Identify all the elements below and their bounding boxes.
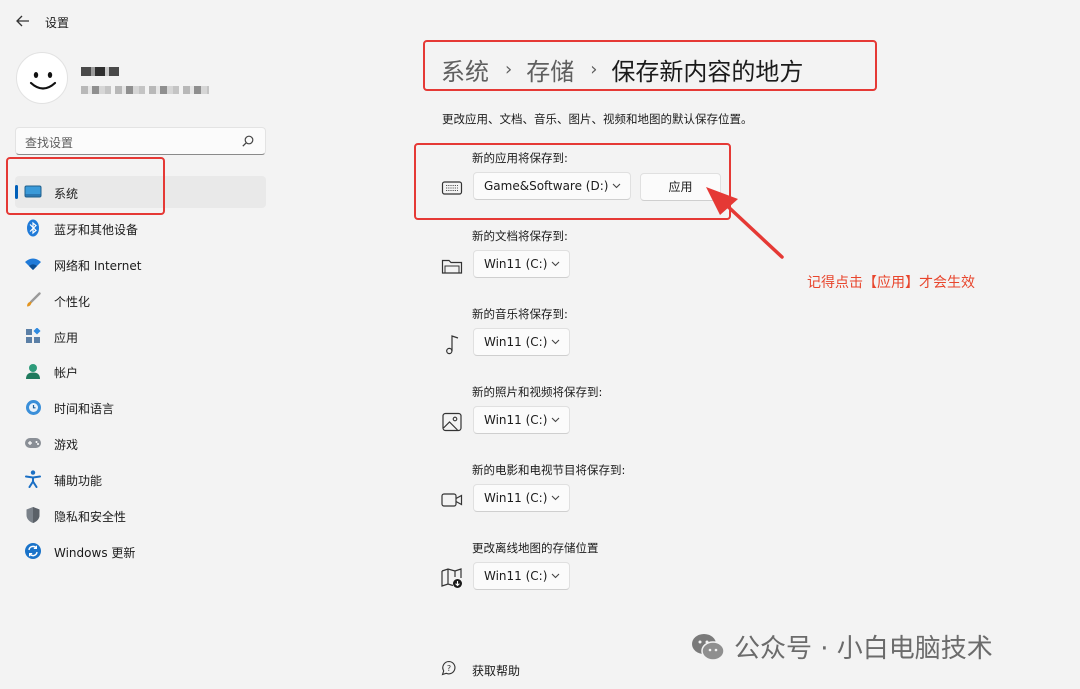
sidebar-item-personalization[interactable]: 个性化: [15, 284, 266, 316]
watermark-text: 公众号 · 小白电脑技术: [734, 634, 993, 664]
get-help-link[interactable]: 获取帮助: [472, 662, 520, 679]
chevron-down-icon: [551, 573, 560, 579]
search-box[interactable]: 查找设置: [15, 127, 266, 155]
music-save-label: 新的音乐将保存到:: [472, 307, 568, 321]
sidebar-item-label: 帐户: [54, 366, 79, 380]
sidebar-item-label: 蓝牙和其他设备: [54, 223, 139, 237]
sidebar-item-label: 应用: [54, 331, 79, 345]
person-icon: [24, 362, 42, 380]
page-description: 更改应用、文档、音乐、图片、视频和地图的默认保存位置。: [442, 112, 753, 126]
dropdown-value: Win11 (C:): [484, 569, 548, 583]
globe-clock-icon: [24, 398, 42, 416]
avatar[interactable]: [16, 52, 68, 104]
folder-icon: [441, 259, 463, 274]
smiley-face-icon: [29, 72, 57, 90]
wechat-logo-icon: [692, 633, 725, 661]
chevron-down-icon: [551, 339, 560, 345]
shield-icon: [24, 506, 42, 524]
sidebar-item-gaming[interactable]: 游戏: [15, 427, 266, 459]
svg-text:?: ?: [447, 664, 451, 673]
movies-location-dropdown[interactable]: Win11 (C:): [473, 484, 570, 512]
sidebar-item-label: 个性化: [54, 295, 91, 309]
sidebar-item-accounts[interactable]: 帐户: [15, 355, 266, 387]
sidebar-item-apps[interactable]: 应用: [15, 320, 266, 352]
chevron-down-icon: [551, 495, 560, 501]
accessibility-icon: [24, 470, 42, 488]
highlight-box-breadcrumb: [423, 40, 877, 91]
annotation-text: 记得点击【应用】才会生效: [807, 275, 975, 291]
help-chat-icon: ?: [441, 660, 456, 676]
dropdown-value: Win11 (C:): [484, 257, 548, 271]
movies-save-label: 新的电影和电视节目将保存到:: [472, 463, 626, 477]
sidebar-item-label: 游戏: [54, 438, 79, 452]
image-icon: [442, 412, 462, 432]
photos-location-dropdown[interactable]: Win11 (C:): [473, 406, 570, 434]
highlight-box-apps-section: [414, 143, 731, 220]
bluetooth-icon: [24, 219, 42, 237]
search-icon[interactable]: [241, 134, 255, 148]
wifi-icon: [24, 255, 42, 273]
sidebar-item-accessibility[interactable]: 辅助功能: [15, 463, 266, 495]
sidebar-item-time-language[interactable]: 时间和语言: [15, 391, 266, 423]
gamepad-icon: [24, 434, 42, 452]
sidebar-item-privacy[interactable]: 隐私和安全性: [15, 499, 266, 531]
dropdown-value: Win11 (C:): [484, 335, 548, 349]
sidebar-item-label: 辅助功能: [54, 474, 103, 488]
paintbrush-icon: [24, 291, 42, 309]
watermark: 公众号 · 小白电脑技术: [690, 628, 993, 665]
sidebar-item-label: Windows 更新: [54, 546, 136, 560]
sync-icon: [24, 542, 42, 560]
documents-location-dropdown[interactable]: Win11 (C:): [473, 250, 570, 278]
music-location-dropdown[interactable]: Win11 (C:): [473, 328, 570, 356]
sidebar-item-label: 隐私和安全性: [54, 510, 127, 524]
search-input[interactable]: 查找设置: [25, 134, 73, 151]
sidebar-item-windows-update[interactable]: Windows 更新: [15, 535, 266, 567]
chevron-down-icon: [551, 417, 560, 423]
annotation-arrow-icon: [706, 187, 784, 259]
back-button[interactable]: [12, 10, 34, 32]
user-email-redacted: [81, 86, 209, 94]
app-title: 设置: [45, 16, 70, 30]
sidebar-item-label: 时间和语言: [54, 402, 115, 416]
back-arrow-icon: [16, 15, 29, 27]
map-download-icon: [441, 568, 462, 588]
documents-save-label: 新的文档将保存到:: [472, 229, 568, 243]
highlight-box-sidebar-system: [6, 157, 165, 215]
photos-save-label: 新的照片和视频将保存到:: [472, 385, 603, 399]
sidebar-item-network[interactable]: 网络和 Internet: [15, 248, 266, 280]
sidebar-item-label: 网络和 Internet: [54, 259, 142, 273]
chevron-down-icon: [551, 261, 560, 267]
user-name-redacted: [81, 67, 119, 76]
music-note-icon: [446, 335, 459, 355]
apps-grid-icon: [24, 327, 42, 345]
maps-location-label: 更改离线地图的存储位置: [472, 541, 599, 555]
dropdown-value: Win11 (C:): [484, 491, 548, 505]
dropdown-value: Win11 (C:): [484, 413, 548, 427]
sidebar-item-bluetooth[interactable]: 蓝牙和其他设备: [15, 212, 266, 244]
maps-location-dropdown[interactable]: Win11 (C:): [473, 562, 570, 590]
video-camera-icon: [441, 493, 463, 507]
